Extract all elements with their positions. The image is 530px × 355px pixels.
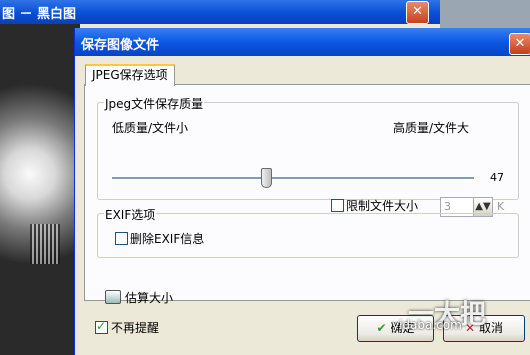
desktop-strip: [440, 0, 530, 30]
no-remind-checkbox[interactable]: [95, 319, 108, 334]
quality-group: Jpeg文件保存质量: [97, 95, 519, 200]
quality-value: 47: [490, 171, 504, 184]
tab-jpeg-options[interactable]: JPEG保存选项: [85, 64, 175, 86]
background-image: [0, 24, 80, 355]
size-unit: K: [497, 200, 505, 213]
watermark-site: yidaba.com: [392, 318, 462, 332]
limit-size-label: 限制文件大小: [346, 199, 419, 213]
save-image-dialog: 保存图像文件 ✕ JPEG保存选项 Jpeg文件保存质量 低质量/文件小 高质量…: [74, 28, 530, 355]
dialog-close-button[interactable]: ✕: [509, 33, 530, 55]
tab-panel: Jpeg文件保存质量 低质量/文件小 高质量/文件大 47 限制文件大小 3 ▲…: [84, 84, 530, 301]
no-remind-label: 不再提醒: [111, 321, 160, 335]
remove-exif-checkbox[interactable]: [115, 232, 128, 245]
high-quality-label: 高质量/文件大: [393, 121, 470, 135]
dialog-title-bar[interactable]: 保存图像文件 ✕: [75, 28, 530, 56]
low-quality-label: 低质量/文件小: [112, 121, 189, 135]
quality-slider-track[interactable]: [112, 177, 474, 180]
limit-size-checkbox[interactable]: [331, 199, 344, 212]
cancel-label: 取消: [479, 321, 504, 335]
dialog-title: 保存图像文件: [81, 38, 160, 53]
background-close-button[interactable]: ✕: [406, 1, 429, 24]
estimate-size-button[interactable]: 估算大小: [125, 289, 173, 306]
check-icon: ✔: [376, 321, 387, 335]
background-window-title: 图 － 黑白图: [2, 7, 77, 22]
quality-group-title: Jpeg文件保存质量: [104, 95, 205, 112]
exif-group-title: EXIF选项: [104, 206, 157, 223]
remove-exif-label: 删除EXIF信息: [130, 232, 205, 246]
quality-slider-thumb[interactable]: [261, 168, 272, 188]
x-icon: ✕: [464, 321, 476, 335]
calculator-icon[interactable]: [105, 290, 121, 304]
image-texture: [30, 224, 60, 264]
background-title-bar: 图 － 黑白图 ✕: [0, 0, 440, 24]
